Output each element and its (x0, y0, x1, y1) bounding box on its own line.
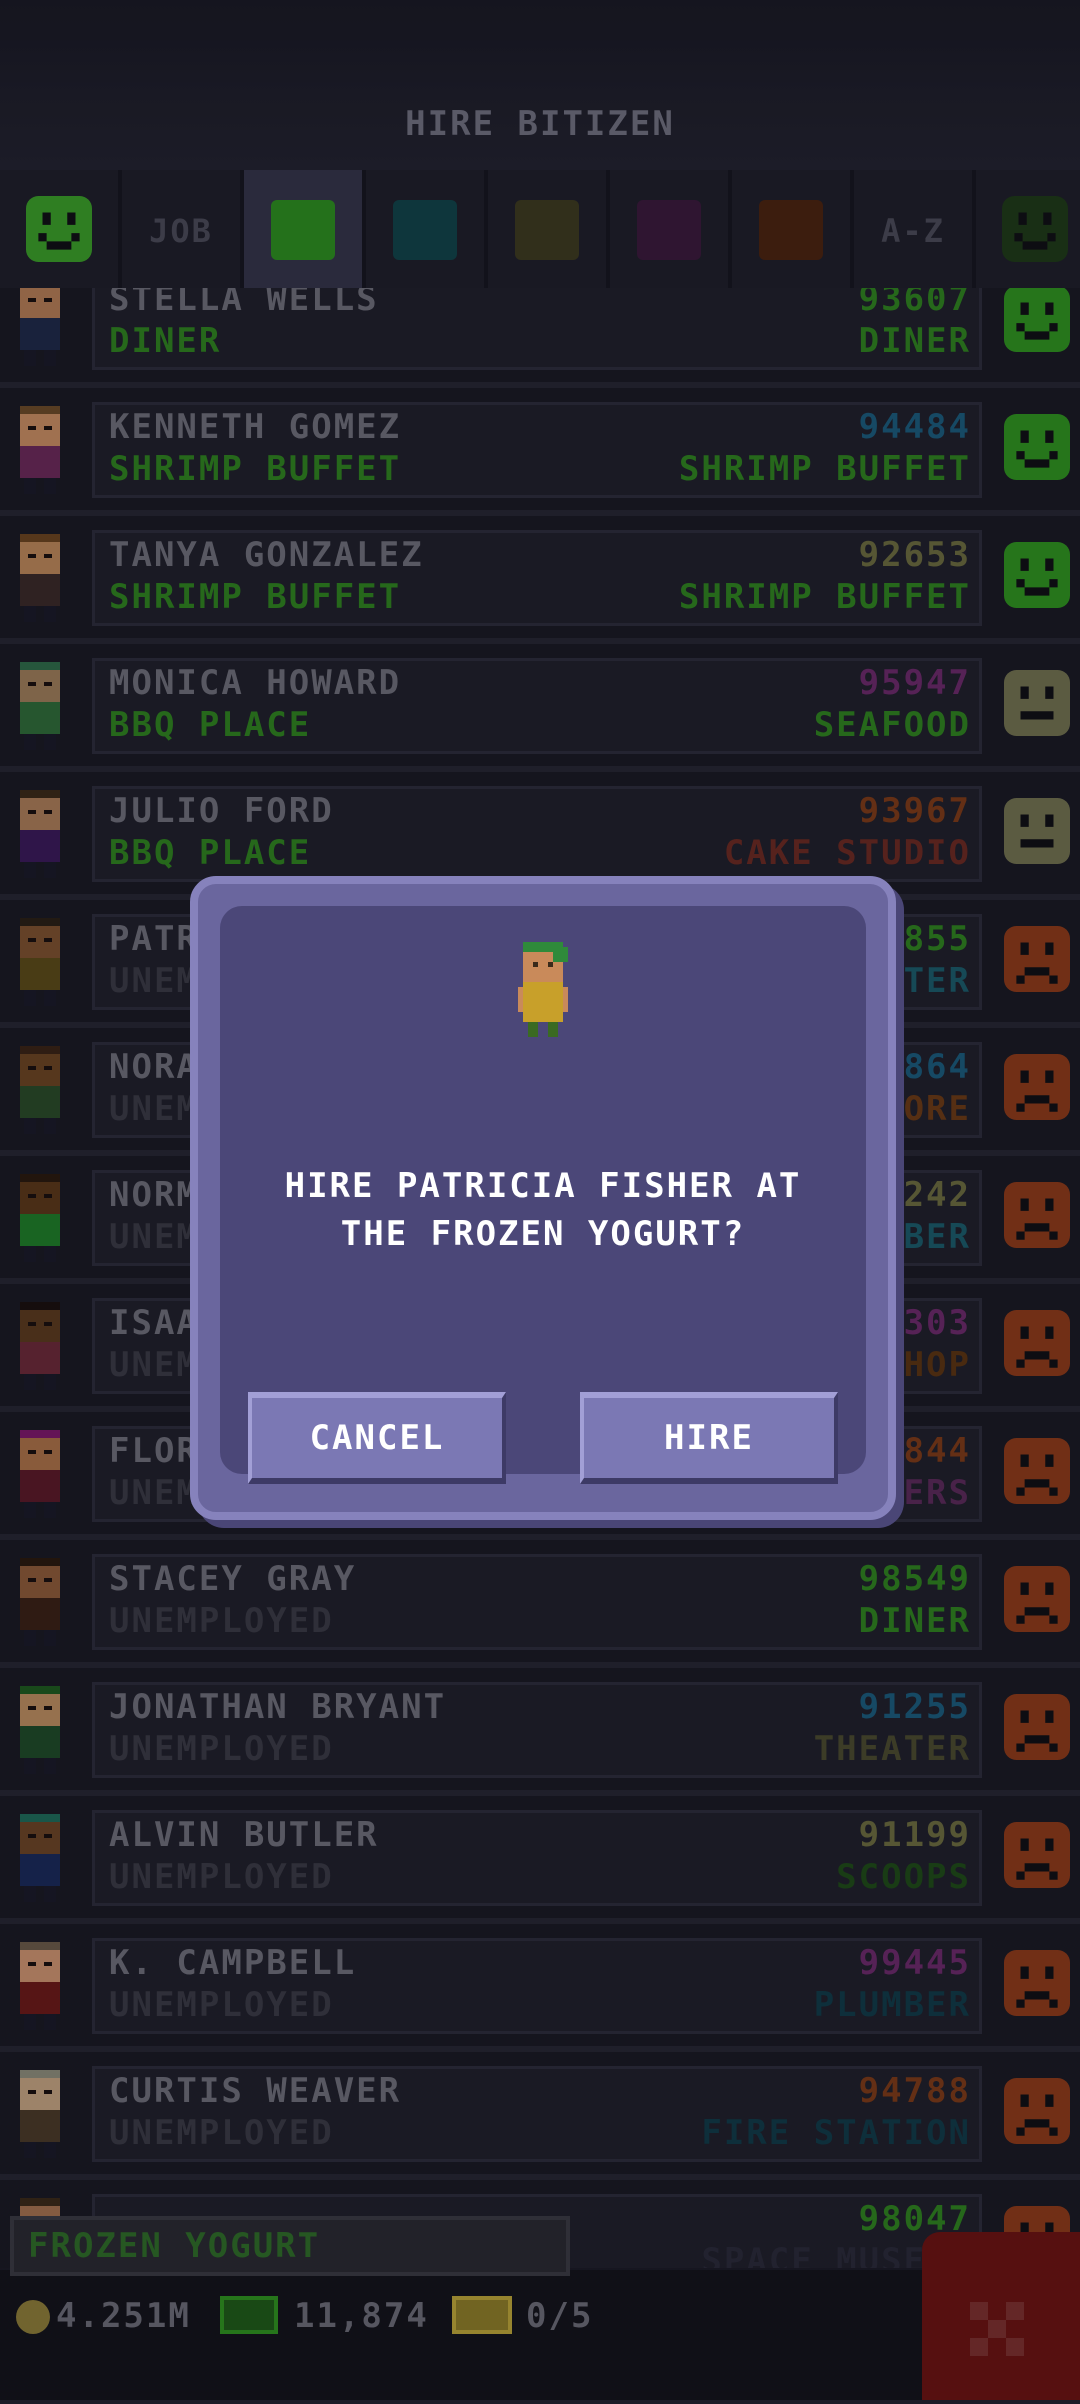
bitizen-avatar (518, 942, 568, 1037)
cancel-button[interactable]: CANCEL (248, 1392, 506, 1484)
hire-dialog: HIRE PATRICIA FISHER AT THE FROZEN YOGUR… (190, 876, 896, 1520)
dialog-message: HIRE PATRICIA FISHER AT THE FROZEN YOGUR… (284, 1166, 802, 1254)
hire-button[interactable]: HIRE (580, 1392, 838, 1484)
dialog-panel: HIRE PATRICIA FISHER AT THE FROZEN YOGUR… (220, 906, 866, 1484)
